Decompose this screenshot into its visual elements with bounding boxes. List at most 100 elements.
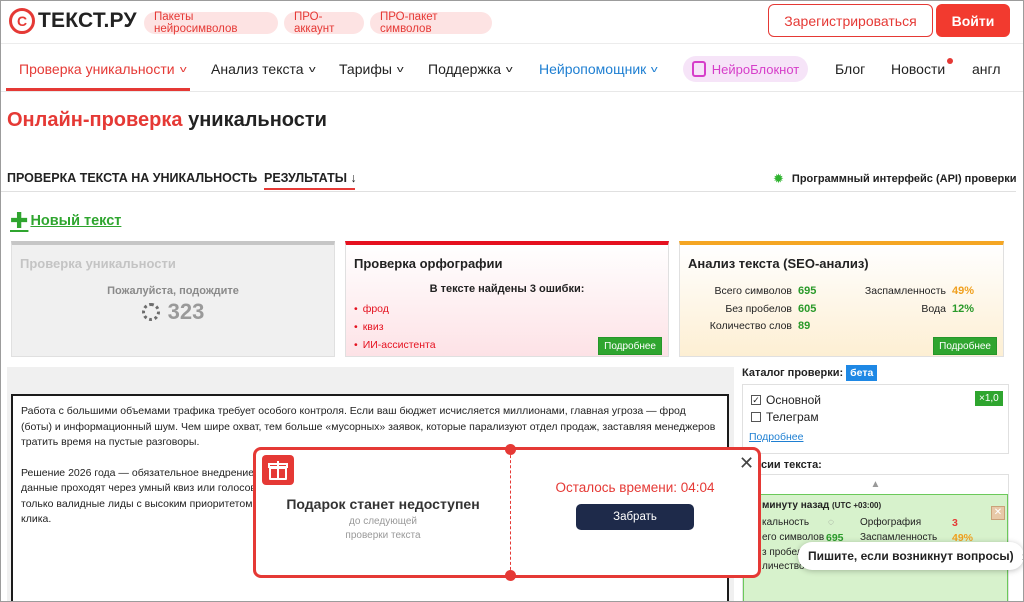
new-text-link[interactable]: ✚ Новый текст xyxy=(10,210,121,232)
header-divider xyxy=(1,43,1023,44)
nav-support[interactable]: Поддержка v xyxy=(428,61,513,77)
catalog-option-label: Основной xyxy=(766,393,822,407)
site-logo[interactable]: C ТЕКСТ.РУ xyxy=(9,8,137,34)
nav-language[interactable]: англ xyxy=(972,61,1001,77)
nav-label: Проверка уникальности xyxy=(19,61,175,77)
nav-label: Тарифы xyxy=(339,61,392,77)
popup-title: Подарок станет недоступен xyxy=(286,496,480,512)
ticket-notch xyxy=(505,444,516,455)
api-link[interactable]: ✹ Программный интерфейс (API) проверки xyxy=(773,171,1017,187)
seo-spam-label: Заспамленность xyxy=(864,285,946,297)
seo-words-label: Количество слов xyxy=(709,320,792,332)
steps-divider xyxy=(1,191,1016,192)
spelling-card: Проверка орфографии В тексте найдены 3 о… xyxy=(345,241,669,357)
seo-card: Анализ текста (SEO-анализ) Всего символо… xyxy=(679,241,1004,357)
list-item[interactable]: ИИ-ассистента xyxy=(354,339,436,351)
countdown-timer: Осталось времени: 04:04 xyxy=(555,480,715,495)
list-item[interactable]: квиз xyxy=(354,321,436,333)
ticket-notch xyxy=(505,570,516,581)
logo-text: ТЕКСТ.РУ xyxy=(38,9,137,32)
versions-box: ▲ минуту назад (UTC +03:00) кальность ◌ … xyxy=(742,474,1009,601)
plus-icon: ✚ xyxy=(10,208,29,233)
spelling-summary: В тексте найдены 3 ошибки: xyxy=(429,283,585,295)
seo-card-title: Анализ текста (SEO-анализ) xyxy=(688,256,869,271)
chevron-down-icon: v xyxy=(396,64,404,74)
close-icon[interactable]: ✕ xyxy=(991,506,1005,520)
pill-neurosymbols[interactable]: Пакеты нейросимволов xyxy=(144,11,278,35)
version-words-label: личество xyxy=(762,561,805,572)
seo-nospace-label: Без пробелов xyxy=(725,303,792,315)
step-results[interactable]: РЕЗУЛЬТАТЫ ↓ xyxy=(264,171,357,185)
seo-spam-value: 49% xyxy=(952,285,975,297)
checkbox-checked-icon[interactable]: ✓ xyxy=(751,395,761,405)
list-item[interactable]: фрод xyxy=(354,303,436,315)
wait-message: Пожалуйста, подождите xyxy=(107,285,239,297)
pill-pro-account[interactable]: ПРО-аккаунт xyxy=(284,11,364,35)
logo-mark-icon: C xyxy=(9,8,35,34)
version-time-label: минуту назад xyxy=(762,500,830,511)
pill-pro-package[interactable]: ПРО-пакет символов xyxy=(370,11,492,35)
page: C ТЕКСТ.РУ Пакеты нейросимволов ПРО-акка… xyxy=(0,0,1024,602)
spelling-error-list: фрод квиз ИИ-ассистента xyxy=(354,303,436,357)
version-spell-value: 3 xyxy=(952,517,958,529)
nav-label: Поддержка xyxy=(428,61,502,77)
page-title-highlight: Онлайн-проверка xyxy=(7,109,183,131)
chevron-up-icon[interactable]: ▲ xyxy=(743,475,1008,493)
text-paragraph: Работа с большими объемами трафика требу… xyxy=(21,405,716,448)
chevron-right-icon: › xyxy=(250,169,254,183)
login-button[interactable]: Войти xyxy=(936,4,1010,37)
beta-badge: бета xyxy=(846,365,878,381)
register-button[interactable]: Зарегистрироваться xyxy=(768,4,933,37)
nav-divider xyxy=(1,91,1023,92)
version-tz: (UTC +03:00) xyxy=(832,501,882,510)
uniqueness-card: Проверка уникальности Пожалуйста, подожд… xyxy=(11,241,335,357)
notebook-icon xyxy=(691,61,706,77)
nav-blog[interactable]: Блог xyxy=(835,61,865,77)
nav-uniqueness-check[interactable]: Проверка уникальности v xyxy=(19,61,186,77)
seo-more-button[interactable]: Подробнее xyxy=(933,337,997,355)
chat-prompt[interactable]: Пишите, если возникнут вопросы) › xyxy=(798,542,1023,570)
nav-text-analysis[interactable]: Анализ текста v xyxy=(211,61,315,77)
checkbox-icon[interactable] xyxy=(751,412,761,422)
new-text-label: Новый текст xyxy=(30,213,122,229)
catalog-option-telegram[interactable]: Телеграм xyxy=(751,410,819,424)
popup-divider xyxy=(510,450,511,575)
catalog-box: ✓ Основной Телеграм ×1,0 Подробнее xyxy=(742,384,1009,454)
neuro-notebook-label: НейроБлокнот xyxy=(711,61,800,77)
page-title-rest: уникальности xyxy=(188,109,327,131)
version-uniq-label: кальность xyxy=(762,517,810,528)
nav-label: Анализ текста xyxy=(211,61,304,77)
claim-gift-button[interactable]: Забрать xyxy=(576,504,694,530)
gift-icon xyxy=(262,455,294,485)
close-icon[interactable]: ✕ xyxy=(739,454,754,472)
neuro-notebook-button[interactable]: НейроБлокнот xyxy=(683,56,808,82)
spinner-icon xyxy=(141,303,160,321)
seo-water-label: Вода xyxy=(921,303,946,315)
catalog-option-main[interactable]: ✓ Основной xyxy=(751,393,821,407)
popup-subtitle: до следующей проверки текста xyxy=(345,516,421,541)
spelling-more-button[interactable]: Подробнее xyxy=(598,337,662,355)
seo-nospace-value: 605 xyxy=(798,303,817,315)
seo-total-label: Всего символов xyxy=(714,285,792,297)
seo-water-value: 12% xyxy=(952,303,975,315)
page-title: Онлайн-проверка уникальности xyxy=(7,109,327,132)
notification-dot xyxy=(947,58,953,64)
seo-words-value: 89 xyxy=(798,320,811,332)
step-active-indicator xyxy=(264,188,355,190)
catalog-more-link[interactable]: Подробнее xyxy=(749,431,803,443)
catalog-title-label: Каталог проверки: xyxy=(742,367,844,379)
queue-count-value: 323 xyxy=(167,299,205,324)
api-link-label: Программный интерфейс (API) проверки xyxy=(791,173,1017,185)
versions-title: сии текста: xyxy=(761,459,822,471)
version-spell-label: Орфография xyxy=(860,517,922,528)
nav-neuro-assistant[interactable]: Нейропомощник v xyxy=(539,61,658,77)
chevron-down-icon: v xyxy=(505,64,513,74)
uniqueness-card-title: Проверка уникальности xyxy=(20,256,176,271)
nav-label: Нейропомощник xyxy=(539,61,647,77)
nav-news[interactable]: Новости xyxy=(891,61,945,77)
step-check-text[interactable]: ПРОВЕРКА ТЕКСТА НА УНИКАЛЬНОСТЬ xyxy=(7,171,257,185)
gear-icon: ✹ xyxy=(773,171,784,186)
catalog-option-label: Телеграм xyxy=(766,410,819,424)
nav-tariffs[interactable]: Тарифы v xyxy=(339,61,404,77)
seo-total-value: 695 xyxy=(798,285,817,297)
